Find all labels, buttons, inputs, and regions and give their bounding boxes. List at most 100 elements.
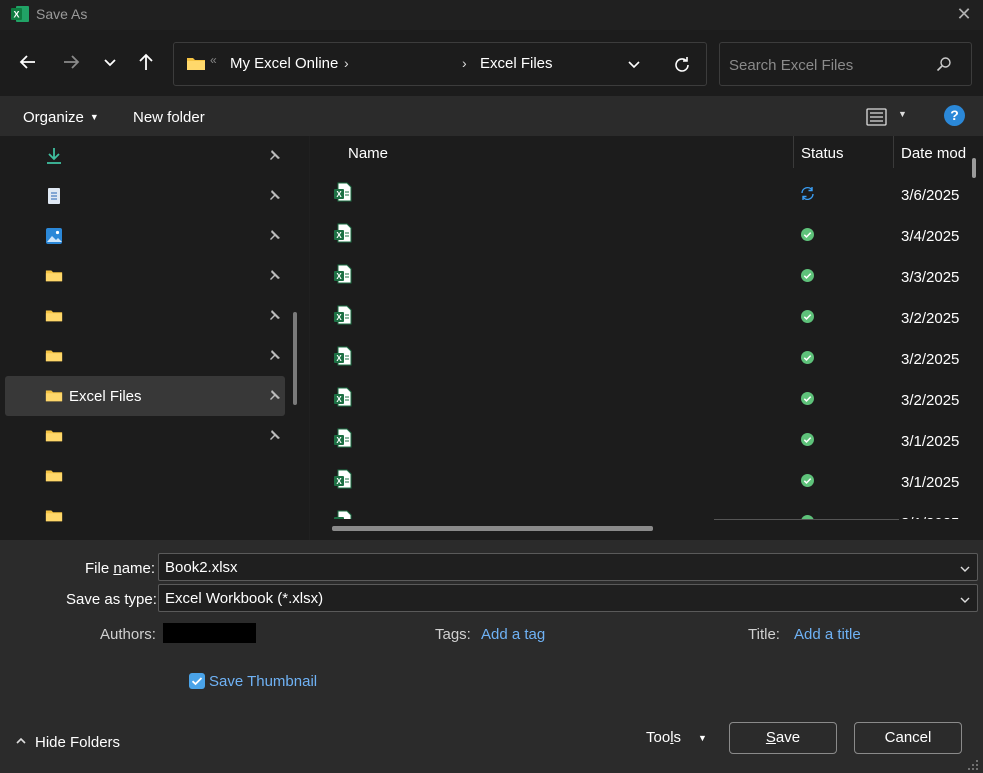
save-button[interactable]: Save — [729, 722, 837, 754]
nav-item-label: Excel Files — [69, 388, 142, 405]
file-row[interactable]: X 3/1/2025 — [310, 461, 970, 502]
file-name-input[interactable]: Book2.xlsx — [165, 559, 238, 576]
overflow-chevron-icon[interactable]: « — [210, 53, 217, 67]
pin-icon[interactable] — [267, 269, 281, 286]
add-tag-link[interactable]: Add a tag — [481, 626, 545, 643]
hide-folders-button[interactable]: Hide Folders — [15, 733, 120, 751]
save-type-value: Excel Workbook (*.xlsx) — [165, 590, 324, 607]
nav-item-folder[interactable] — [5, 416, 285, 456]
file-row[interactable]: X 3/1/2025 — [310, 420, 970, 461]
add-title-link[interactable]: Add a title — [794, 626, 861, 643]
nav-item-excel-files[interactable]: Excel Files — [5, 376, 285, 416]
authors-field[interactable] — [163, 623, 256, 643]
file-row[interactable]: X 3/2/2025 — [310, 338, 970, 379]
folder-icon — [45, 467, 63, 486]
available-check-icon — [800, 309, 815, 327]
cancel-button[interactable]: Cancel — [854, 722, 962, 754]
label-part: s — [673, 729, 682, 746]
pin-icon[interactable] — [267, 309, 281, 326]
folder-icon — [186, 55, 206, 74]
save-thumbnail-checkbox[interactable] — [189, 673, 205, 689]
excel-file-icon: X — [334, 428, 352, 451]
file-date: 3/2/2025 — [901, 392, 960, 409]
svg-text:X: X — [13, 10, 19, 20]
search-icon[interactable] — [936, 56, 952, 75]
organize-menu[interactable]: Organize ▼ — [23, 109, 99, 126]
hide-folders-label: Hide Folders — [35, 734, 121, 751]
view-details-icon[interactable] — [866, 108, 888, 129]
column-header-status[interactable]: Status — [794, 136, 893, 168]
file-date: 3/3/2025 — [901, 269, 960, 286]
nav-item-folder[interactable] — [5, 496, 285, 536]
file-row[interactable]: X 3/2/2025 — [310, 297, 970, 338]
close-icon[interactable]: ✕ — [953, 3, 975, 25]
help-icon[interactable]: ? — [944, 105, 965, 126]
nav-item-folder[interactable] — [5, 456, 285, 496]
caret-down-icon: ▼ — [698, 733, 707, 743]
pin-icon[interactable] — [267, 229, 281, 246]
file-list[interactable]: Name Status Date mod X 3/6/2025 X 3/4/20… — [310, 136, 983, 540]
search-box[interactable]: Search Excel Files — [719, 42, 972, 86]
up-button[interactable] — [131, 52, 161, 78]
divider — [714, 519, 899, 520]
available-check-icon — [800, 268, 815, 286]
scrollbar-thumb[interactable] — [293, 312, 297, 405]
forward-button[interactable] — [56, 52, 86, 78]
back-button[interactable] — [13, 52, 43, 78]
address-bar[interactable]: « My Excel Online › › Excel Files — [173, 42, 707, 86]
horizontal-scrollbar-thumb[interactable] — [332, 526, 653, 531]
tools-menu[interactable]: Tools ▼ — [646, 729, 707, 746]
access-key: n — [113, 560, 122, 577]
refresh-icon[interactable] — [672, 55, 692, 78]
title-label: Title: — [748, 626, 780, 643]
chevron-down-icon[interactable] — [626, 57, 642, 76]
folder-icon — [45, 387, 63, 406]
sync-icon — [800, 186, 815, 204]
caret-down-icon[interactable]: ▼ — [898, 109, 907, 119]
breadcrumb-my-excel-online[interactable]: My Excel Online — [230, 55, 338, 72]
available-check-icon — [800, 350, 815, 368]
chevron-down-icon[interactable] — [959, 593, 971, 609]
save-type-select[interactable]: Excel Workbook (*.xlsx) — [158, 584, 978, 612]
new-folder-button[interactable]: New folder — [133, 109, 205, 126]
pin-icon[interactable] — [267, 189, 281, 206]
pin-icon[interactable] — [267, 349, 281, 366]
search-input[interactable]: Search Excel Files — [729, 57, 853, 74]
file-name-field[interactable]: Book2.xlsx — [158, 553, 978, 581]
window-title: Save As — [36, 6, 88, 22]
arrow-left-icon — [19, 55, 35, 69]
column-header-date-modified[interactable]: Date mod — [894, 136, 974, 168]
file-row[interactable]: X 3/6/2025 — [310, 174, 970, 215]
svg-text:X: X — [336, 395, 342, 404]
pin-icon[interactable] — [267, 429, 281, 446]
file-row[interactable]: X 3/3/2025 — [310, 256, 970, 297]
excel-file-icon: X — [334, 387, 352, 410]
nav-item-pictures[interactable] — [5, 216, 285, 256]
file-row[interactable]: X 3/2/2025 — [310, 379, 970, 420]
resize-grip-icon[interactable] — [966, 758, 980, 773]
svg-text:X: X — [336, 436, 342, 445]
save-thumbnail-label[interactable]: Save Thumbnail — [209, 673, 317, 690]
breadcrumb-excel-files[interactable]: Excel Files — [480, 55, 553, 72]
nav-item-folder[interactable] — [5, 256, 285, 296]
column-header-name[interactable]: Name — [310, 136, 793, 168]
nav-item-folder[interactable] — [5, 336, 285, 376]
chevron-down-icon[interactable] — [959, 562, 971, 578]
navigation-pane[interactable]: Excel Files — [0, 136, 309, 540]
file-date: 3/4/2025 — [901, 228, 960, 245]
pin-icon[interactable] — [267, 389, 281, 406]
file-row[interactable]: X 3/4/2025 — [310, 215, 970, 256]
save-options-panel: File name: Book2.xlsx Save as type: Exce… — [0, 540, 983, 773]
nav-item-folder[interactable] — [5, 296, 285, 336]
breadcrumb-separator[interactable]: › — [344, 55, 349, 71]
folder-icon — [45, 307, 63, 326]
nav-item-documents[interactable] — [5, 176, 285, 216]
label-part: Too — [646, 729, 671, 746]
breadcrumb-separator[interactable]: › — [462, 55, 467, 71]
recent-locations-button[interactable] — [95, 52, 125, 78]
pin-icon[interactable] — [267, 149, 281, 166]
vertical-scrollbar-thumb[interactable] — [972, 158, 976, 178]
arrow-up-icon — [139, 53, 153, 70]
nav-item-downloads[interactable] — [5, 136, 285, 176]
label-part: File — [85, 560, 114, 577]
